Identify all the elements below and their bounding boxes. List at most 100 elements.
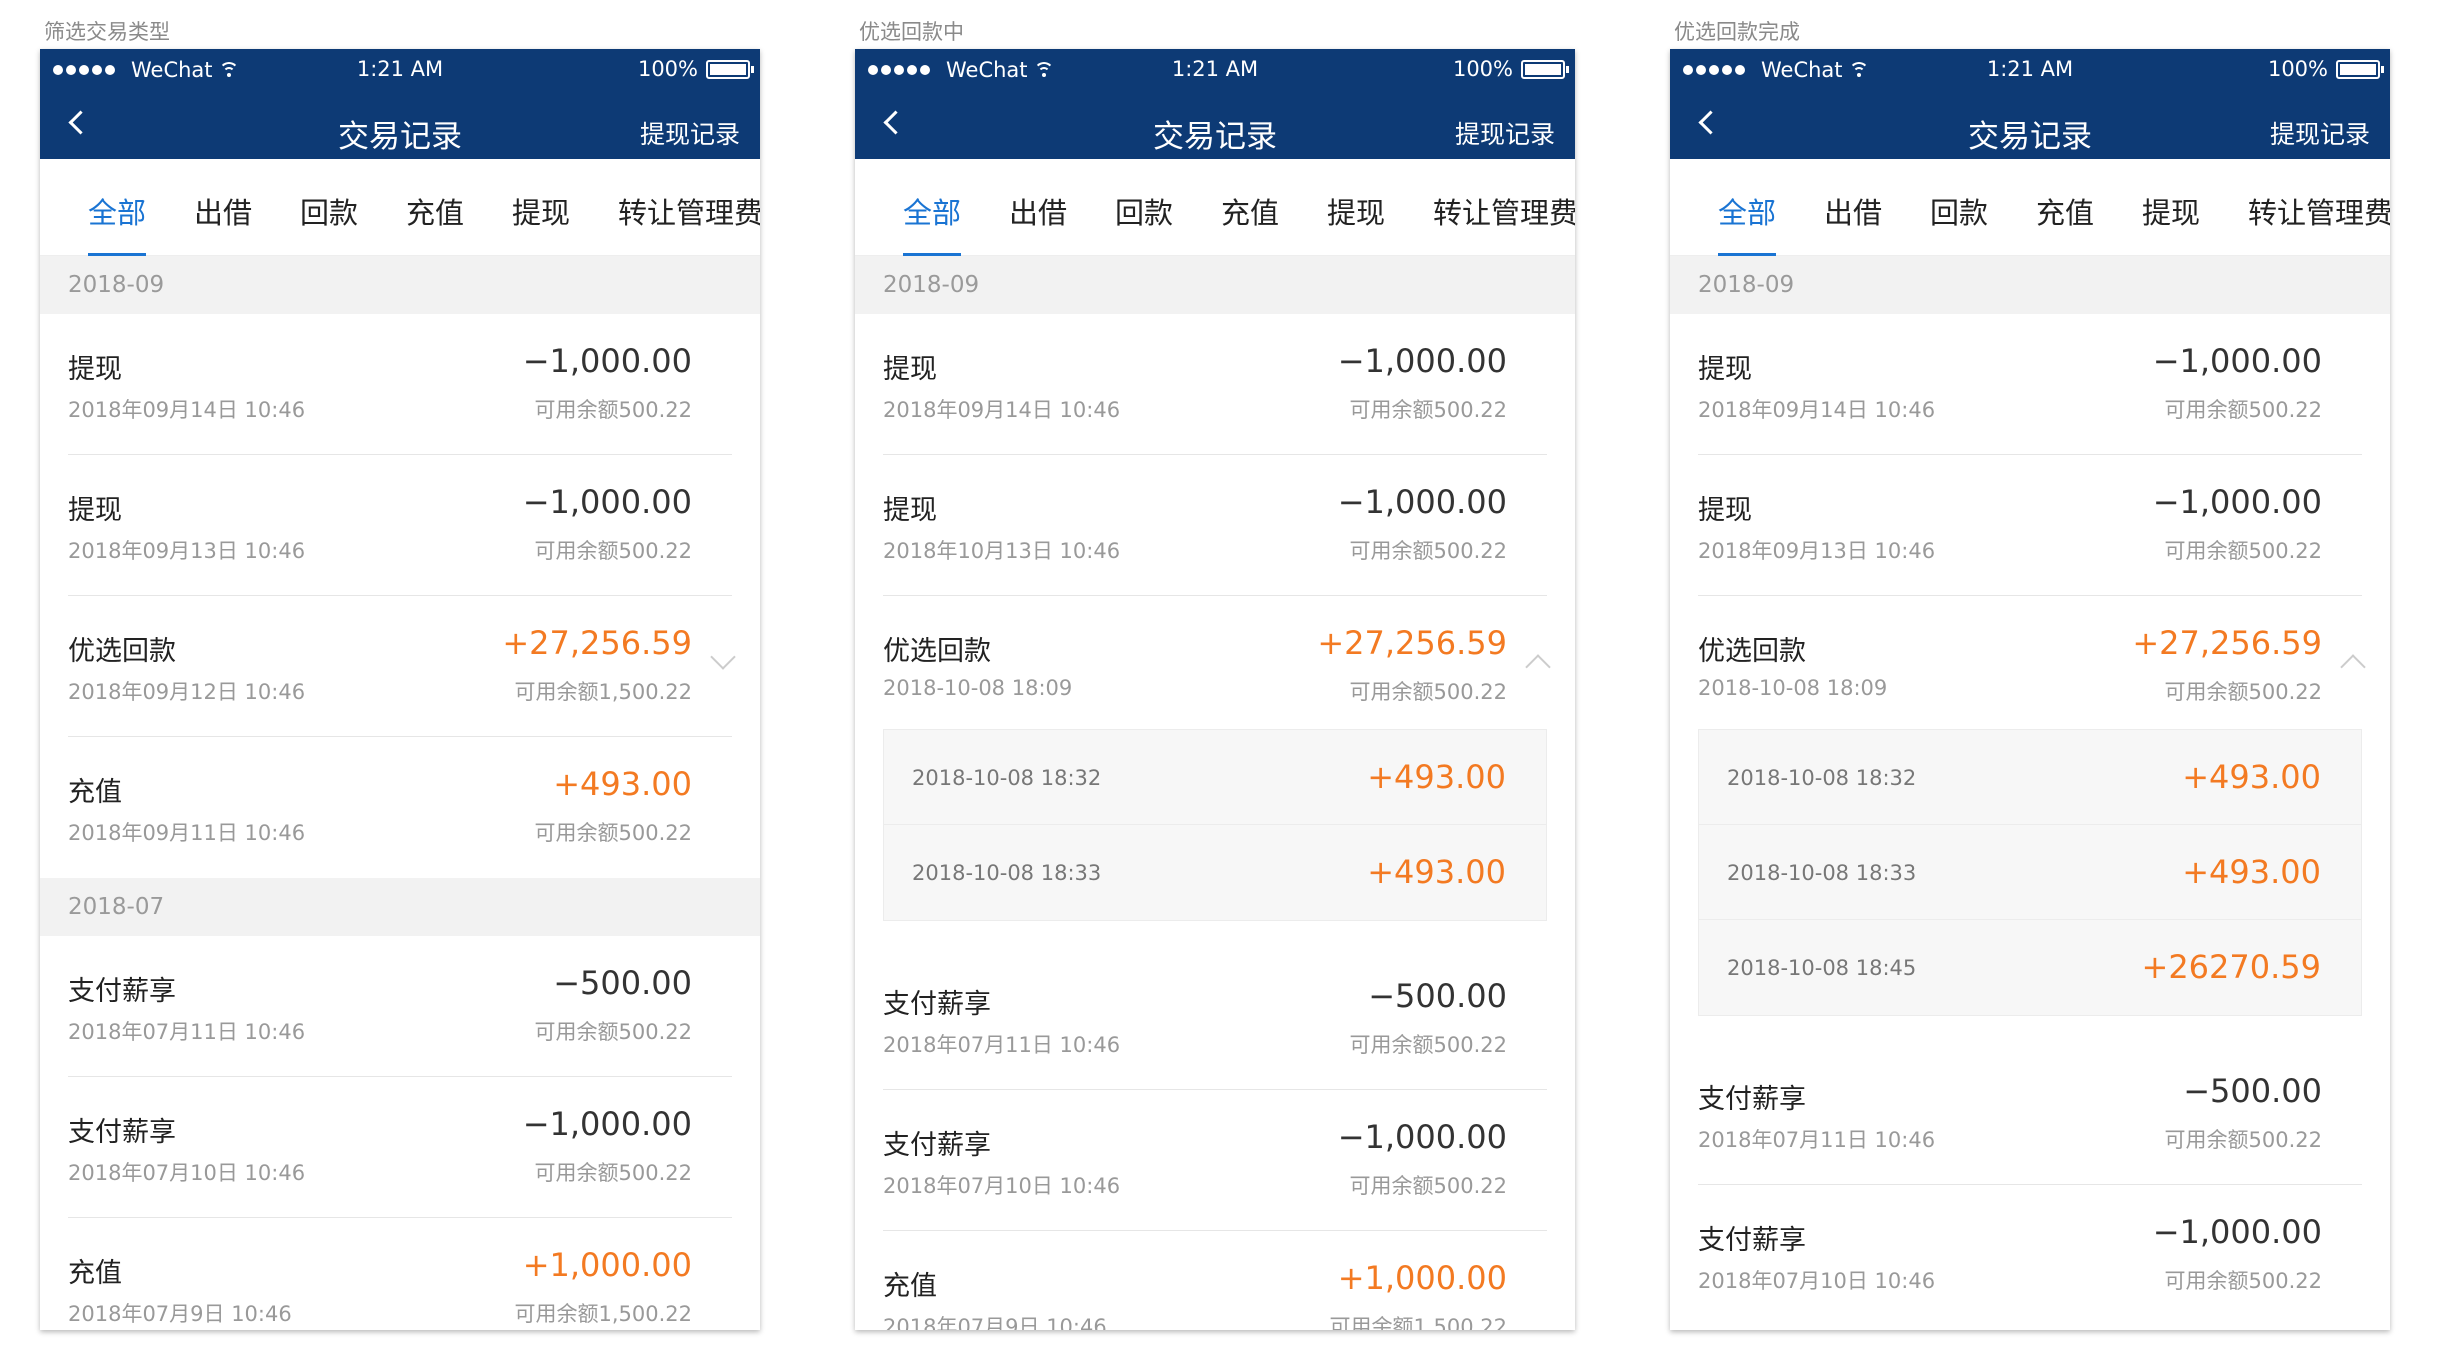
active-tab-indicator	[1718, 253, 1776, 256]
details-spacer	[1670, 1016, 2390, 1044]
transaction-date: 2018年07月11日 10:46	[883, 1033, 1121, 1057]
detail-date: 2018-10-08 18:32	[912, 766, 1102, 790]
detail-date: 2018-10-08 18:32	[1727, 766, 1917, 790]
available-balance: 可用余额500.22	[534, 1020, 692, 1044]
phone-screen: WeChat 1:21 AM 100% 交易记录 提现记录 全部 出借 回款 充值 提现 转让管理费…	[855, 49, 1575, 1330]
month-header: 2018-07	[40, 878, 760, 936]
tab-5[interactable]: 转让管理费	[2248, 190, 2390, 232]
transaction-name: 提现	[883, 495, 937, 526]
tab-3[interactable]: 充值	[1221, 190, 1279, 232]
transaction-name: 提现	[1698, 354, 1752, 385]
detail-amount: +493.00	[2182, 853, 2321, 891]
detail-amount: +26270.59	[2141, 948, 2322, 986]
transaction-date: 2018年07月10日 10:46	[883, 1174, 1121, 1198]
detail-amount: +493.00	[1367, 758, 1506, 796]
transaction-name: 支付薪享	[1698, 1084, 1806, 1115]
detail-amount: +493.00	[1367, 853, 1506, 891]
transaction-amount: +27,256.59	[502, 624, 692, 662]
transaction-amount: +27,256.59	[1317, 624, 1507, 662]
transaction-row[interactable]: 充值 2018年07月9日 10:46 +1,000.00 可用余额1,500.22	[855, 1231, 1575, 1330]
chevron-down-icon[interactable]	[710, 644, 736, 670]
transaction-name: 支付薪享	[883, 1130, 991, 1161]
status-bar: WeChat 1:21 AM 100%	[1670, 49, 2390, 92]
transaction-date: 2018年09月14日 10:46	[68, 398, 306, 422]
tab-0[interactable]: 全部	[88, 190, 146, 232]
tab-5[interactable]: 转让管理费	[618, 190, 760, 232]
chevron-up-icon[interactable]	[2340, 654, 2366, 680]
transaction-amount: −1,000.00	[1337, 483, 1507, 521]
active-tab-indicator	[88, 253, 146, 256]
transaction-name: 提现	[68, 495, 122, 526]
transaction-row[interactable]: 支付薪享 2018年07月11日 10:46 −500.00 可用余额500.22	[1670, 1044, 2390, 1185]
status-bar: WeChat 1:21 AM 100%	[855, 49, 1575, 92]
transaction-amount: −500.00	[2183, 1072, 2322, 1110]
transaction-row[interactable]: 提现 2018年09月14日 10:46 −1,000.00 可用余额500.22	[855, 314, 1575, 455]
transaction-amount: +1,000.00	[1337, 1259, 1507, 1297]
available-balance: 可用余额1,500.22	[514, 1302, 692, 1326]
nav-bar: WeChat 1:21 AM 100% 交易记录 提现记录	[855, 49, 1575, 159]
title-bar: 交易记录 提现记录	[40, 92, 760, 159]
tab-1[interactable]: 出借	[194, 190, 252, 232]
available-balance: 可用余额500.22	[534, 398, 692, 422]
phone-screen: WeChat 1:21 AM 100% 交易记录 提现记录 全部 出借 回款 充值 提现 转让管理费…	[1670, 49, 2390, 1330]
tab-0[interactable]: 全部	[903, 190, 961, 232]
withdraw-records-link[interactable]: 提现记录	[2270, 115, 2370, 151]
transaction-amount: −1,000.00	[522, 342, 692, 380]
transaction-row[interactable]: 提现 2018年10月13日 10:46 −1,000.00 可用余额500.22	[855, 455, 1575, 596]
transaction-date: 2018年07月11日 10:46	[68, 1020, 306, 1044]
filter-tabs: 全部 出借 回款 充值 提现 转让管理费	[40, 159, 760, 256]
transaction-amount: −1,000.00	[2152, 342, 2322, 380]
transaction-date: 2018年07月10日 10:46	[1698, 1269, 1936, 1293]
transaction-date: 2018年10月13日 10:46	[883, 539, 1121, 563]
filter-tabs: 全部 出借 回款 充值 提现 转让管理费	[1670, 159, 2390, 256]
transaction-row[interactable]: 提现 2018年09月14日 10:46 −1,000.00 可用余额500.22	[1670, 314, 2390, 455]
transaction-amount: +493.00	[553, 765, 692, 803]
tab-3[interactable]: 充值	[2036, 190, 2094, 232]
month-header: 2018-09	[855, 256, 1575, 314]
transaction-amount: −1,000.00	[2152, 1213, 2322, 1251]
transaction-row[interactable]: 充值 2018年07月9日 10:46 +1,000.00 可用余额1,500.22	[40, 1218, 760, 1330]
battery-percent: 100%	[1452, 57, 1513, 81]
tab-0[interactable]: 全部	[1718, 190, 1776, 232]
withdraw-records-link[interactable]: 提现记录	[1455, 115, 1555, 151]
screen-caption: 优选回款中	[859, 20, 964, 44]
transaction-row[interactable]: 充值 2018年09月11日 10:46 +493.00 可用余额500.22	[40, 737, 760, 878]
transaction-row[interactable]: 提现 2018年09月13日 10:46 −1,000.00 可用余额500.22	[1670, 455, 2390, 596]
tab-4[interactable]: 提现	[512, 190, 570, 232]
tab-4[interactable]: 提现	[2142, 190, 2200, 232]
transaction-date: 2018-10-08 18:09	[1698, 676, 1888, 700]
tab-2[interactable]: 回款	[1115, 190, 1173, 232]
transaction-name: 优选回款	[68, 636, 176, 667]
available-balance: 可用余额500.22	[534, 539, 692, 563]
available-balance: 可用余额500.22	[1349, 398, 1507, 422]
tab-2[interactable]: 回款	[1930, 190, 1988, 232]
tab-2[interactable]: 回款	[300, 190, 358, 232]
transaction-row[interactable]: 支付薪享 2018年07月10日 10:46 −1,000.00 可用余额500.22	[40, 1077, 760, 1218]
tab-3[interactable]: 充值	[406, 190, 464, 232]
tab-4[interactable]: 提现	[1327, 190, 1385, 232]
transaction-date: 2018年09月13日 10:46	[1698, 539, 1936, 563]
transaction-amount: −1,000.00	[522, 1105, 692, 1143]
withdraw-records-link[interactable]: 提现记录	[640, 115, 740, 151]
transaction-date: 2018年09月14日 10:46	[1698, 398, 1936, 422]
transaction-row[interactable]: 优选回款 2018-10-08 18:09 +27,256.59 可用余额500.22	[1670, 596, 2390, 729]
tab-1[interactable]: 出借	[1009, 190, 1067, 232]
filter-tabs: 全部 出借 回款 充值 提现 转让管理费	[855, 159, 1575, 256]
transaction-amount: −1,000.00	[1337, 1118, 1507, 1156]
tab-5[interactable]: 转让管理费	[1433, 190, 1575, 232]
available-balance: 可用余额500.22	[2164, 1269, 2322, 1293]
transaction-row[interactable]: 提现 2018年09月14日 10:46 −1,000.00 可用余额500.22	[40, 314, 760, 455]
title-bar: 交易记录 提现记录	[855, 92, 1575, 159]
transaction-name: 优选回款	[1698, 636, 1806, 667]
chevron-up-icon[interactable]	[1525, 654, 1551, 680]
repayment-detail-row: 2018-10-08 18:32 +493.00	[1699, 730, 2361, 825]
transaction-row[interactable]: 支付薪享 2018年07月10日 10:46 −1,000.00 可用余额500.22	[855, 1090, 1575, 1231]
transaction-row[interactable]: 支付薪享 2018年07月11日 10:46 −500.00 可用余额500.22	[855, 949, 1575, 1090]
transaction-row[interactable]: 支付薪享 2018年07月10日 10:46 −1,000.00 可用余额500.22	[1670, 1185, 2390, 1326]
transaction-row[interactable]: 优选回款 2018-10-08 18:09 +27,256.59 可用余额500.22	[855, 596, 1575, 729]
transaction-row[interactable]: 提现 2018年09月13日 10:46 −1,000.00 可用余额500.22	[40, 455, 760, 596]
transaction-row[interactable]: 支付薪享 2018年07月11日 10:46 −500.00 可用余额500.22	[40, 936, 760, 1077]
transaction-row[interactable]: 优选回款 2018年09月12日 10:46 +27,256.59 可用余额1,500…	[40, 596, 760, 737]
transaction-date: 2018年07月9日 10:46	[883, 1315, 1107, 1330]
tab-1[interactable]: 出借	[1824, 190, 1882, 232]
